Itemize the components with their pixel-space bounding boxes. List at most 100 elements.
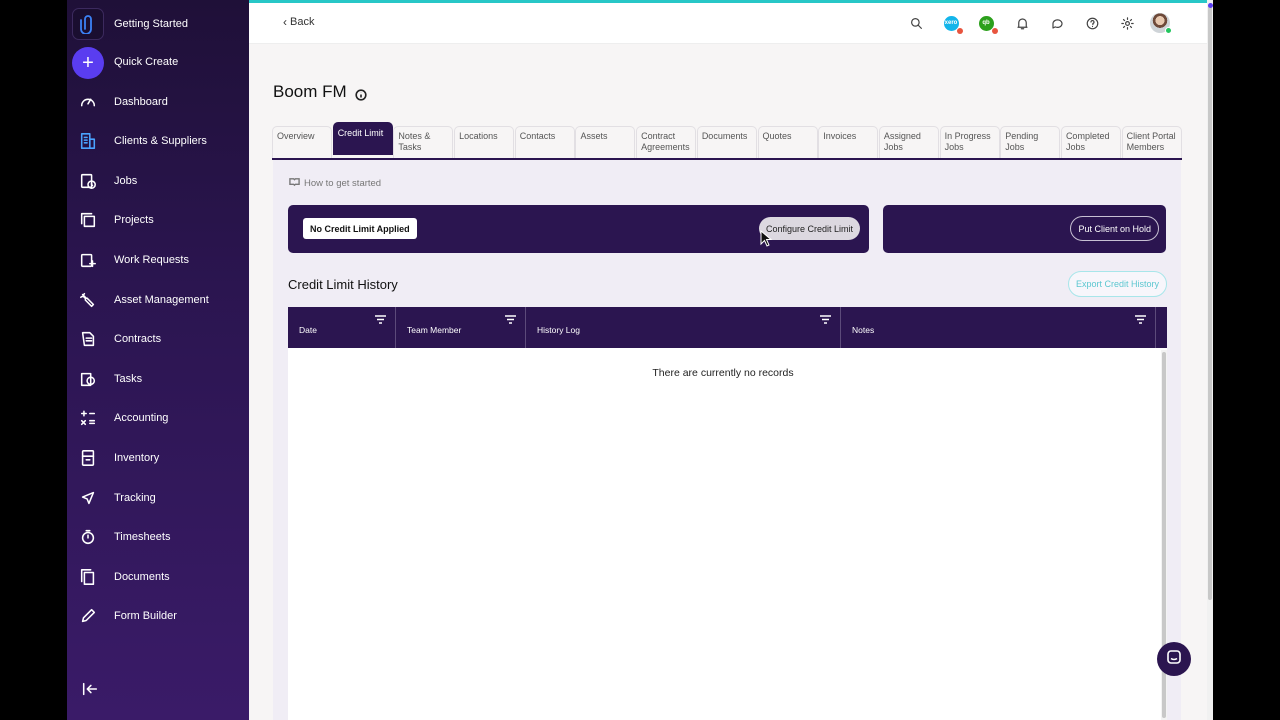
sidebar-item-label: Contracts	[114, 333, 162, 345]
chat-icon	[1166, 649, 1182, 670]
tab-assigned-jobs[interactable]: Assigned Jobs	[878, 126, 939, 158]
stacked-pages-icon	[77, 209, 99, 231]
section-title: Credit Limit History	[288, 277, 398, 292]
tab-pending-jobs[interactable]: Pending Jobs	[1000, 126, 1061, 158]
table-header: Date Team Member History Log Notes	[288, 307, 1167, 348]
sidebar-item-label: Jobs	[114, 175, 138, 187]
empty-state-message: There are currently no records	[652, 367, 794, 379]
sidebar-item-getting-started[interactable]: Getting Started	[67, 6, 249, 42]
column-header-team-member: Team Member	[396, 307, 526, 348]
sidebar-item-label: Form Builder	[114, 610, 177, 622]
mouse-cursor-icon	[760, 230, 773, 247]
sidebar-item-label: Dashboard	[114, 96, 168, 108]
client-tabs: Overview Credit Limit Notes & Tasks Loca…	[272, 122, 1182, 160]
building-icon	[77, 130, 99, 152]
credit-limit-panel: How to get started No Credit Limit Appli…	[273, 160, 1181, 720]
back-button[interactable]: ‹ Back	[283, 15, 314, 29]
column-label: History Log	[537, 325, 580, 335]
help-icon[interactable]	[1082, 13, 1102, 33]
put-client-on-hold-button[interactable]: Put Client on Hold	[1070, 216, 1159, 241]
sidebar-item-form-builder[interactable]: Form Builder	[67, 598, 249, 634]
sidebar-item-clients-suppliers[interactable]: Clients & Suppliers	[67, 123, 249, 159]
sidebar-item-tasks[interactable]: Tasks	[67, 361, 249, 397]
filter-icon[interactable]	[505, 315, 516, 324]
column-label: Team Member	[407, 325, 462, 335]
documents-icon	[77, 566, 99, 588]
pencil-icon	[77, 605, 99, 627]
alert-dot	[991, 27, 998, 34]
tab-assets[interactable]: Assets	[575, 126, 636, 158]
tab-in-progress-jobs[interactable]: In Progress Jobs	[939, 126, 1000, 158]
filter-icon[interactable]	[375, 315, 386, 324]
column-header-history-log: History Log	[526, 307, 841, 348]
sidebar-item-dashboard[interactable]: Dashboard	[67, 84, 249, 120]
sidebar-item-tracking[interactable]: Tracking	[67, 480, 249, 516]
sidebar-item-asset-management[interactable]: Asset Management	[67, 282, 249, 318]
sidebar-item-label: Getting Started	[114, 18, 188, 30]
how-to-get-started-link[interactable]: How to get started	[289, 176, 381, 190]
tab-overview[interactable]: Overview	[272, 126, 332, 158]
client-name: Boom FM	[273, 82, 347, 101]
chat-bubble-icon[interactable]	[1047, 13, 1067, 33]
column-header-notes: Notes	[841, 307, 1156, 348]
sidebar-item-label: Accounting	[114, 412, 169, 424]
sidebar-item-inventory[interactable]: Inventory	[67, 440, 249, 476]
page-title: Boom FM	[273, 82, 367, 102]
tab-client-portal-members[interactable]: Client Portal Members	[1121, 126, 1182, 158]
wrench-icon	[77, 289, 99, 311]
tab-credit-limit[interactable]: Credit Limit	[332, 122, 393, 155]
sidebar-item-work-requests[interactable]: Work Requests	[67, 242, 249, 278]
sidebar-item-label: Quick Create	[114, 56, 179, 68]
tab-contract-agreements[interactable]: Contract Agreements	[636, 126, 697, 158]
page-scrollbar[interactable]	[1207, 0, 1213, 720]
filter-icon[interactable]	[820, 315, 831, 324]
sidebar-item-timesheets[interactable]: Timesheets	[67, 519, 249, 555]
how-to-label: How to get started	[304, 177, 382, 189]
credit-history-table: Date Team Member History Log Notes There…	[288, 307, 1167, 720]
sidebar-item-jobs[interactable]: Jobs	[67, 163, 249, 199]
support-chat-launcher[interactable]	[1157, 642, 1191, 676]
bell-icon[interactable]	[1012, 13, 1032, 33]
tab-quotes[interactable]: Quotes	[757, 126, 818, 158]
quickbooks-integration-icon[interactable]: qb	[976, 13, 998, 34]
column-label: Notes	[852, 325, 875, 335]
tab-locations[interactable]: Locations	[454, 126, 515, 158]
sidebar-item-label: Work Requests	[114, 254, 189, 266]
collapse-left-icon[interactable]	[81, 680, 101, 700]
sidebar: Getting Started + Quick Create Dashboard…	[67, 0, 249, 720]
column-label: Date	[299, 325, 317, 335]
tab-completed-jobs[interactable]: Completed Jobs	[1060, 126, 1121, 158]
export-credit-history-button[interactable]: Export Credit History	[1067, 271, 1167, 297]
sidebar-item-quick-create[interactable]: Quick Create	[67, 44, 249, 80]
online-status-dot	[1165, 27, 1172, 34]
app-window: Getting Started + Quick Create Dashboard…	[67, 0, 1213, 720]
inventory-icon	[77, 447, 99, 469]
sidebar-item-label: Inventory	[114, 452, 160, 464]
search-icon[interactable]	[906, 13, 926, 33]
sidebar-item-accounting[interactable]: Accounting	[67, 400, 249, 436]
sidebar-item-contracts[interactable]: Contracts	[67, 321, 249, 357]
tab-notes-tasks[interactable]: Notes & Tasks	[393, 126, 454, 158]
sidebar-item-label: Asset Management	[114, 294, 209, 306]
top-bar: ‹ Back xero qb	[249, 0, 1213, 44]
sidebar-item-projects[interactable]: Projects	[67, 202, 249, 238]
sidebar-item-label: Timesheets	[114, 531, 171, 543]
info-icon[interactable]	[355, 86, 367, 101]
user-avatar[interactable]	[1150, 13, 1172, 34]
stopwatch-icon	[77, 526, 99, 548]
xero-integration-icon[interactable]: xero	[941, 13, 963, 34]
credit-limit-status-banner: No Credit Limit Applied Configure Credit…	[288, 205, 869, 253]
gear-icon[interactable]	[1117, 13, 1137, 33]
tab-invoices[interactable]: Invoices	[818, 126, 879, 158]
alert-dot	[956, 27, 963, 34]
tab-contacts[interactable]: Contacts	[514, 126, 575, 158]
clipboard-clock-icon	[77, 170, 99, 192]
status-badge: No Credit Limit Applied	[303, 218, 417, 239]
xero-label: xero	[944, 20, 958, 26]
client-hold-banner: Put Client on Hold	[883, 205, 1166, 253]
sidebar-item-documents[interactable]: Documents	[67, 559, 249, 595]
column-header-date: Date	[288, 307, 396, 348]
filter-icon[interactable]	[1135, 315, 1146, 324]
configure-credit-limit-button[interactable]: Configure Credit Limit	[758, 217, 860, 240]
tab-documents[interactable]: Documents	[696, 126, 757, 158]
